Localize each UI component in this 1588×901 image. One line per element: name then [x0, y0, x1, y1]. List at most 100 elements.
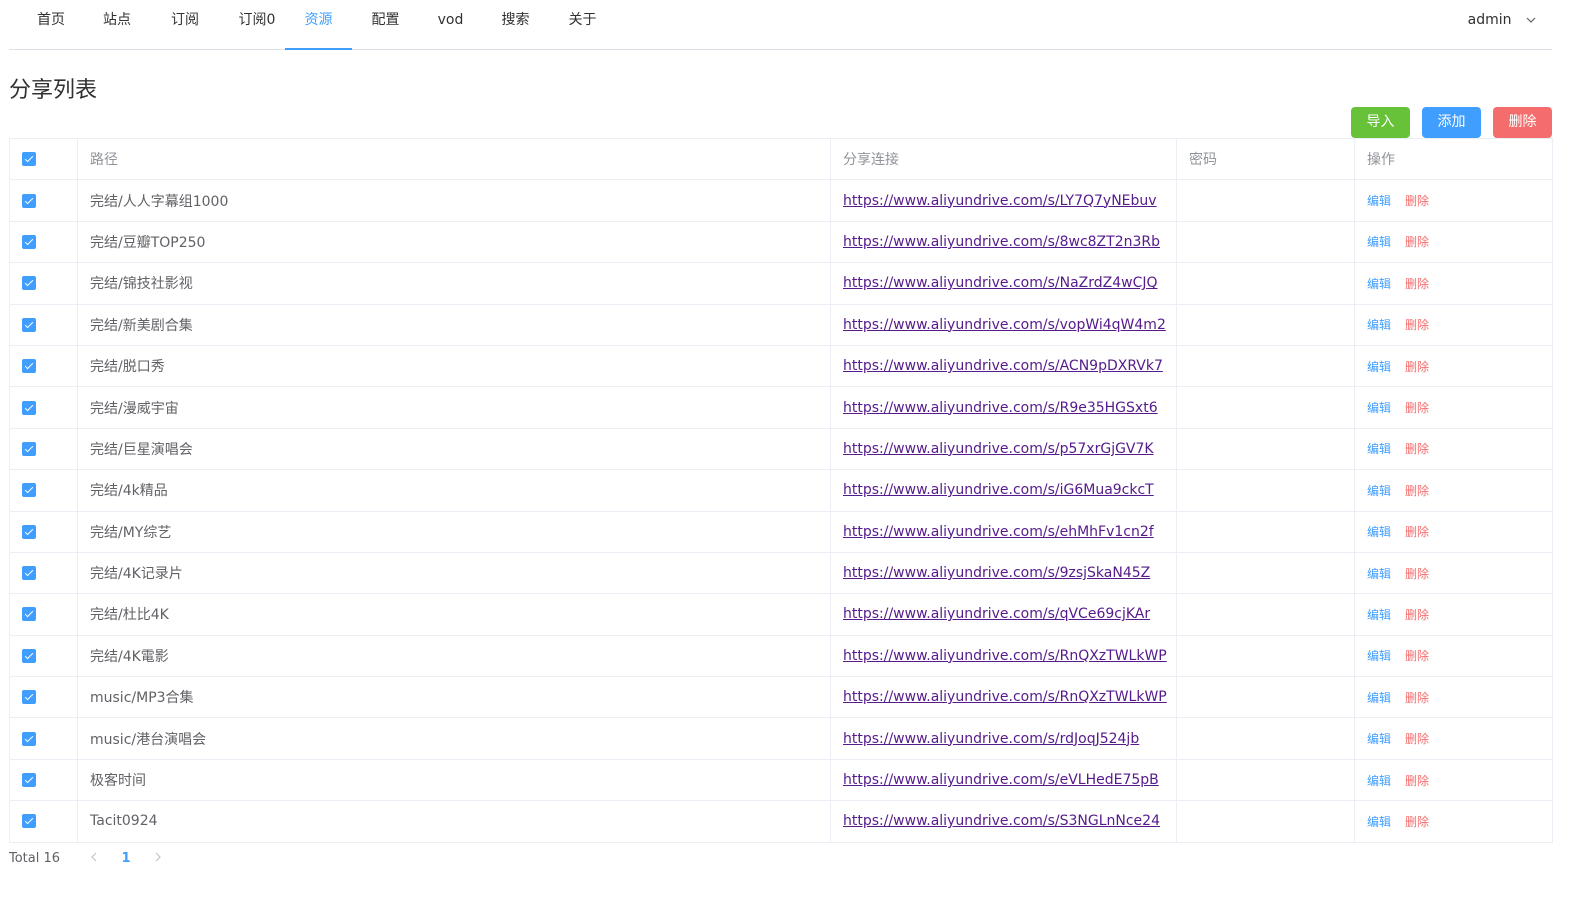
row-delete-button[interactable]: 删除 — [1405, 277, 1429, 291]
table-header-row: 路径 分享连接 密码 操作 — [9, 137, 1553, 181]
row-checkbox[interactable] — [22, 566, 36, 581]
row-share-link[interactable]: https://www.aliyundrive.com/s/9zsjSkaN45… — [843, 565, 1150, 581]
table-row: 完结/4k精品 https://www.aliyundrive.com/s/iG6… — [9, 469, 1553, 512]
nav-item-about[interactable]: 关于 — [549, 0, 616, 49]
row-path: 完结/杜比4K — [77, 593, 831, 636]
row-delete-button[interactable]: 删除 — [1405, 525, 1429, 539]
select-all-checkbox[interactable] — [22, 152, 36, 167]
delete-button[interactable]: 删除 — [1493, 107, 1552, 138]
add-button[interactable]: 添加 — [1422, 107, 1481, 138]
row-edit-button[interactable]: 编辑 — [1367, 608, 1391, 622]
row-edit-button[interactable]: 编辑 — [1367, 401, 1391, 415]
row-delete-button[interactable]: 删除 — [1405, 774, 1429, 788]
row-checkbox[interactable] — [22, 234, 36, 249]
table-row: 完结/脱口秀 https://www.aliyundrive.com/s/ACN9… — [9, 344, 1553, 388]
row-delete-button[interactable]: 删除 — [1405, 194, 1429, 208]
row-checkbox[interactable] — [22, 607, 36, 622]
row-checkbox[interactable] — [22, 359, 36, 374]
nav-item-home[interactable]: 首页 — [18, 0, 84, 49]
row-delete-button[interactable]: 删除 — [1405, 567, 1429, 581]
row-share-link[interactable]: https://www.aliyundrive.com/s/iG6Mua9ckc… — [843, 482, 1154, 498]
row-edit-button[interactable]: 编辑 — [1367, 815, 1391, 829]
chevron-right-icon[interactable] — [142, 851, 174, 866]
row-ops-cell: 编辑 删除 — [1354, 676, 1553, 719]
row-checkbox[interactable] — [22, 773, 36, 788]
row-edit-button[interactable]: 编辑 — [1367, 525, 1391, 539]
row-checkbox[interactable] — [22, 524, 36, 539]
row-checkbox[interactable] — [22, 648, 36, 663]
row-link-cell: https://www.aliyundrive.com/s/S3NGLnNce2… — [830, 800, 1177, 843]
nav-item-vod[interactable]: vod — [419, 0, 482, 49]
row-ops-cell: 编辑 删除 — [1354, 593, 1553, 636]
row-path: 完结/4k精品 — [77, 469, 831, 512]
row-share-link[interactable]: https://www.aliyundrive.com/s/p57xrGjGV7… — [843, 441, 1154, 457]
row-edit-button[interactable]: 编辑 — [1367, 774, 1391, 788]
row-delete-button[interactable]: 删除 — [1405, 815, 1429, 829]
row-ops-cell: 编辑 删除 — [1354, 344, 1553, 388]
row-share-link[interactable]: https://www.aliyundrive.com/s/ACN9pDXRVk… — [843, 358, 1163, 374]
row-checkbox[interactable] — [22, 690, 36, 705]
row-edit-button[interactable]: 编辑 — [1367, 484, 1391, 498]
pagination-page[interactable]: 1 — [110, 851, 142, 866]
row-delete-button[interactable]: 删除 — [1405, 608, 1429, 622]
header-password: 密码 — [1176, 137, 1355, 181]
row-share-link[interactable]: https://www.aliyundrive.com/s/NaZrdZ4wCJ… — [843, 275, 1158, 291]
row-delete-button[interactable]: 删除 — [1405, 318, 1429, 332]
row-checkbox[interactable] — [22, 483, 36, 498]
row-share-link[interactable]: https://www.aliyundrive.com/s/S3NGLnNce2… — [843, 813, 1160, 829]
row-share-link[interactable]: https://www.aliyundrive.com/s/R9e35HGSxt… — [843, 400, 1158, 416]
row-checkbox[interactable] — [22, 276, 36, 291]
chevron-left-icon[interactable] — [78, 851, 110, 866]
row-edit-button[interactable]: 编辑 — [1367, 691, 1391, 705]
row-ops-cell: 编辑 删除 — [1354, 469, 1553, 512]
row-edit-button[interactable]: 编辑 — [1367, 360, 1391, 374]
row-delete-button[interactable]: 删除 — [1405, 649, 1429, 663]
nav-item-resources[interactable]: 资源 — [285, 0, 352, 50]
row-delete-button[interactable]: 删除 — [1405, 484, 1429, 498]
nav-item-search[interactable]: 搜索 — [482, 0, 549, 49]
row-ops-cell: 编辑 删除 — [1354, 262, 1553, 305]
nav-item-config[interactable]: 配置 — [352, 0, 419, 49]
row-checkbox[interactable] — [22, 400, 36, 415]
nav-item-subscriptions[interactable]: 订阅 — [150, 0, 220, 49]
row-share-link[interactable]: https://www.aliyundrive.com/s/RnQXzTWLkW… — [843, 648, 1167, 664]
row-edit-button[interactable]: 编辑 — [1367, 277, 1391, 291]
row-delete-button[interactable]: 删除 — [1405, 691, 1429, 705]
row-edit-button[interactable]: 编辑 — [1367, 194, 1391, 208]
row-edit-button[interactable]: 编辑 — [1367, 318, 1391, 332]
row-share-link[interactable]: https://www.aliyundrive.com/s/RnQXzTWLkW… — [843, 689, 1167, 705]
row-path: Tacit0924 — [77, 800, 831, 843]
table-body: 完结/人人字幕组1000 https://www.aliyundrive.com/… — [9, 179, 1553, 843]
row-delete-button[interactable]: 删除 — [1405, 442, 1429, 456]
row-select-cell — [9, 386, 78, 429]
row-delete-button[interactable]: 删除 — [1405, 401, 1429, 415]
row-password — [1176, 634, 1355, 678]
row-share-link[interactable]: https://www.aliyundrive.com/s/ehMhFv1cn2… — [843, 524, 1154, 540]
user-menu[interactable]: admin — [1468, 0, 1536, 40]
user-name: admin — [1467, 12, 1512, 28]
row-checkbox[interactable] — [22, 193, 36, 208]
row-delete-button[interactable]: 删除 — [1405, 235, 1429, 249]
import-button[interactable]: 导入 — [1351, 107, 1410, 138]
row-share-link[interactable]: https://www.aliyundrive.com/s/qVCe69cjKA… — [843, 606, 1150, 622]
row-share-link[interactable]: https://www.aliyundrive.com/s/LY7Q7yNEbu… — [843, 193, 1157, 209]
row-delete-button[interactable]: 删除 — [1405, 360, 1429, 374]
row-edit-button[interactable]: 编辑 — [1367, 442, 1391, 456]
row-delete-button[interactable]: 删除 — [1405, 732, 1429, 746]
row-share-link[interactable]: https://www.aliyundrive.com/s/8wc8ZT2n3R… — [843, 234, 1160, 250]
row-checkbox[interactable] — [22, 814, 36, 829]
nav-item-subscriptions0[interactable]: 订阅0 — [220, 0, 294, 49]
row-edit-button[interactable]: 编辑 — [1367, 235, 1391, 249]
row-checkbox[interactable] — [22, 731, 36, 746]
row-edit-button[interactable]: 编辑 — [1367, 567, 1391, 581]
row-checkbox[interactable] — [22, 317, 36, 332]
nav-item-sites[interactable]: 站点 — [84, 0, 150, 49]
row-edit-button[interactable]: 编辑 — [1367, 732, 1391, 746]
row-path: 完结/人人字幕组1000 — [77, 179, 831, 222]
row-share-link[interactable]: https://www.aliyundrive.com/s/rdJoqJ524j… — [843, 731, 1139, 747]
row-share-link[interactable]: https://www.aliyundrive.com/s/vopWi4qW4m… — [843, 317, 1166, 333]
row-link-cell: https://www.aliyundrive.com/s/p57xrGjGV7… — [830, 427, 1177, 471]
row-edit-button[interactable]: 编辑 — [1367, 649, 1391, 663]
row-checkbox[interactable] — [22, 441, 36, 456]
row-share-link[interactable]: https://www.aliyundrive.com/s/eVLHedE75p… — [843, 772, 1159, 788]
